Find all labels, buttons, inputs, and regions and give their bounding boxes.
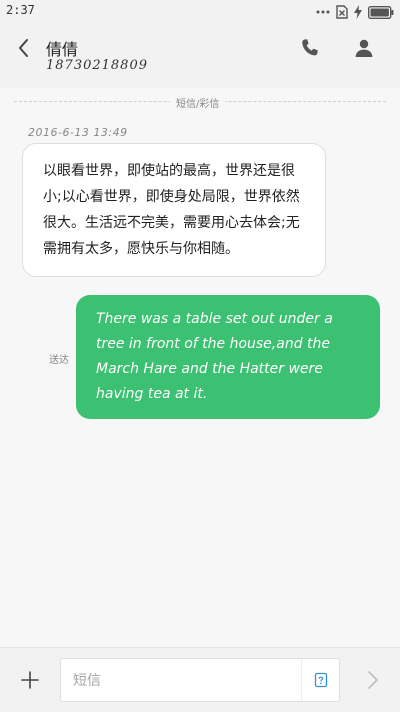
conversation-header: 倩倩 18730218809	[0, 24, 400, 88]
chevron-left-icon	[19, 39, 28, 57]
back-button[interactable]	[12, 36, 36, 60]
contact-number: 18730218809	[46, 58, 148, 73]
contact-name: 倩倩	[46, 40, 79, 59]
status-time: 2:37	[6, 3, 35, 17]
plus-icon	[21, 671, 39, 689]
message-timestamp: 2016-6-13 13:49	[28, 126, 128, 139]
message-input-box	[60, 658, 340, 703]
status-icons	[316, 4, 394, 20]
dots-icon	[316, 10, 330, 14]
charging-icon	[354, 5, 362, 19]
add-attachment-button[interactable]	[18, 668, 42, 692]
sim-error-icon	[336, 5, 348, 19]
input-separator	[301, 659, 302, 701]
channel-label: 短信/彩信	[170, 95, 226, 110]
person-icon	[355, 39, 373, 57]
status-bar: 2:37	[0, 0, 400, 24]
outgoing-message-bubble[interactable]: There was a table set out under a tree i…	[76, 295, 380, 419]
send-arrow-icon	[368, 671, 378, 689]
phone-icon	[302, 39, 318, 56]
template-icon	[314, 672, 328, 688]
incoming-message-bubble[interactable]: 以眼看世界，即使站的最高，世界还是很小;以心看世界，即使身处局限，世界依然很大。…	[22, 143, 326, 277]
incoming-message-text: 以眼看世界，即使站的最高，世界还是很小;以心看世界，即使身处局限，世界依然很大。…	[43, 163, 300, 257]
composer-bar	[0, 647, 400, 712]
call-button[interactable]	[298, 36, 322, 60]
delivery-status: 送达	[49, 355, 69, 366]
message-input[interactable]	[71, 659, 299, 703]
quick-template-button[interactable]	[313, 672, 329, 688]
send-button[interactable]	[360, 668, 384, 692]
battery-icon	[368, 5, 394, 19]
outgoing-message-text: There was a table set out under a tree i…	[96, 311, 333, 402]
contact-profile-button[interactable]	[352, 36, 376, 60]
